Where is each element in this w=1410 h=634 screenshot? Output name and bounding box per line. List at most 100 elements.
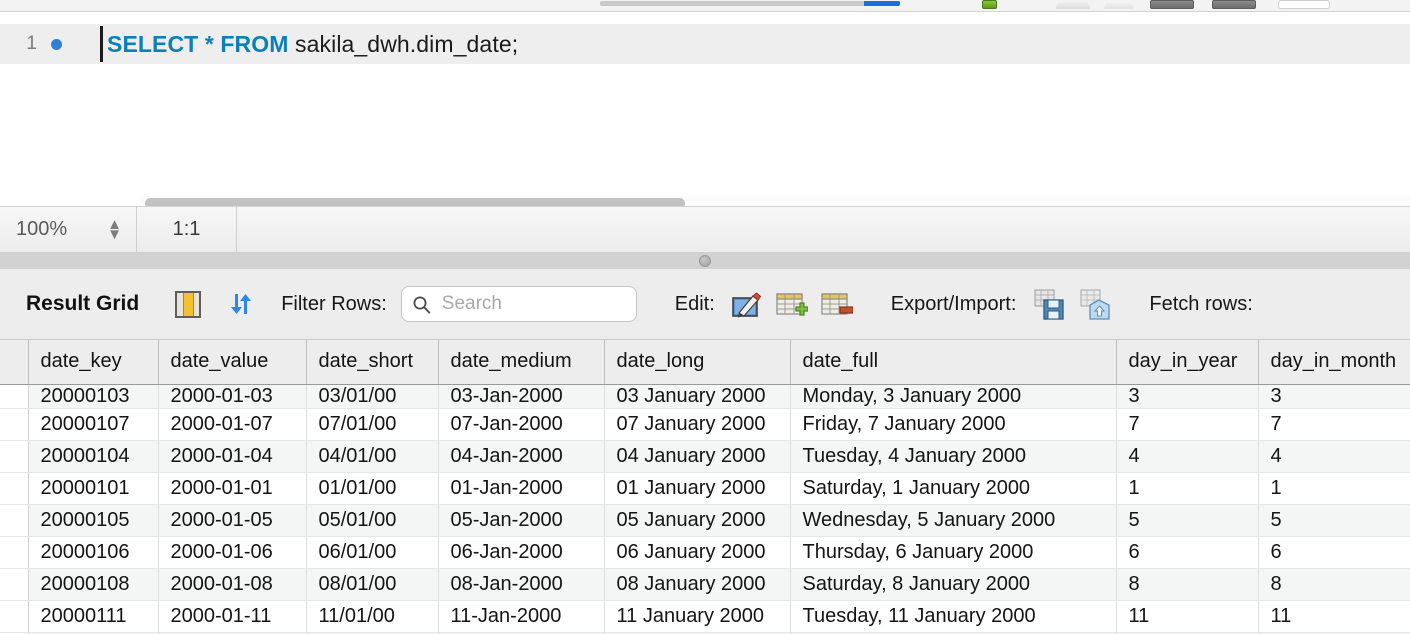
cell-date_long[interactable]: 06 January 2000 [604,536,791,569]
cell-day_in_month[interactable]: 4 [1258,440,1410,473]
cell-date_long[interactable]: 08 January 2000 [604,568,791,601]
grey-button-icon-2[interactable] [1104,3,1134,9]
cell-day_in_year[interactable]: 7 [1116,408,1259,441]
row-selector[interactable] [0,440,29,473]
cell-date_full[interactable]: Tuesday, 4 January 2000 [790,440,1117,473]
cell-date_medium[interactable]: 08-Jan-2000 [438,568,605,601]
cell-date_long[interactable]: 04 January 2000 [604,440,791,473]
cell-day_in_year[interactable]: 1 [1116,472,1259,505]
column-header-date_value[interactable]: date_value [158,340,307,385]
row-selector[interactable] [0,408,29,441]
cell-date_short[interactable]: 07/01/00 [306,408,439,441]
cell-date_key[interactable]: 20000108 [28,568,159,601]
cell-date_full[interactable]: Friday, 7 January 2000 [790,408,1117,441]
cell-date_long[interactable]: 11 January 2000 [604,600,791,633]
table-row[interactable]: 20000106 2000-01-06 06/01/00 06-Jan-2000… [0,536,1410,569]
cell-date_key[interactable]: 20000103 [28,384,159,409]
grid-view-icon[interactable] [175,290,202,318]
cell-date_short[interactable]: 05/01/00 [306,504,439,537]
cell-date_key[interactable]: 20000101 [28,472,159,505]
table-row[interactable]: 20000107 2000-01-07 07/01/00 07-Jan-2000… [0,408,1410,441]
cell-date_medium[interactable]: 11-Jan-2000 [438,600,605,633]
column-header-date_key[interactable]: date_key [28,340,159,385]
delete-row-icon[interactable] [821,290,853,319]
cell-date_long[interactable]: 01 January 2000 [604,472,791,505]
row-selector[interactable] [0,568,29,601]
green-square-icon[interactable] [982,0,997,9]
cell-date_long[interactable]: 07 January 2000 [604,408,791,441]
zoom-reset-button[interactable]: 1:1 [137,207,237,252]
cell-date_short[interactable]: 04/01/00 [306,440,439,473]
row-selector[interactable] [0,504,29,537]
cell-date_value[interactable]: 2000-01-11 [158,600,307,633]
cell-date_value[interactable]: 2000-01-01 [158,472,307,505]
cell-day_in_year[interactable]: 8 [1116,568,1259,601]
cell-date_short[interactable]: 08/01/00 [306,568,439,601]
row-selector[interactable] [0,536,29,569]
cell-date_full[interactable]: Tuesday, 11 January 2000 [790,600,1117,633]
row-selector[interactable] [0,472,29,505]
zoom-level-control[interactable]: 100% ▲ ▼ [0,207,137,252]
zoom-stepper[interactable]: ▲ ▼ [107,217,122,242]
table-row[interactable]: 20000101 2000-01-01 01/01/00 01-Jan-2000… [0,472,1410,505]
cell-date_key[interactable]: 20000105 [28,504,159,537]
cell-day_in_month[interactable]: 11 [1258,600,1410,633]
cell-date_short[interactable]: 06/01/00 [306,536,439,569]
cell-date_key[interactable]: 20000104 [28,440,159,473]
import-open-icon[interactable] [1078,289,1111,320]
cell-day_in_year[interactable]: 5 [1116,504,1259,537]
cell-date_short[interactable]: 03/01/00 [306,384,439,409]
edit-pencil-icon[interactable] [731,290,763,319]
table-row[interactable]: 20000108 2000-01-08 08/01/00 08-Jan-2000… [0,568,1410,601]
cell-day_in_month[interactable]: 7 [1258,408,1410,441]
cell-day_in_month[interactable]: 8 [1258,568,1410,601]
cell-date_short[interactable]: 11/01/00 [306,600,439,633]
cell-date_value[interactable]: 2000-01-08 [158,568,307,601]
column-header-day_in_month[interactable]: day_in_month [1258,340,1410,385]
cell-date_medium[interactable]: 03-Jan-2000 [438,384,605,409]
cell-date_medium[interactable]: 01-Jan-2000 [438,472,605,505]
table-row[interactable]: 20000104 2000-01-04 04/01/00 04-Jan-2000… [0,440,1410,473]
cell-date_value[interactable]: 2000-01-07 [158,408,307,441]
cell-date_key[interactable]: 20000111 [28,600,159,633]
export-save-icon[interactable] [1032,289,1065,320]
search-input[interactable] [439,292,620,316]
cell-date_key[interactable]: 20000107 [28,408,159,441]
sql-query-text[interactable]: SELECT * FROM sakila_dwh.dim_date; [103,31,518,58]
cell-date_full[interactable]: Thursday, 6 January 2000 [790,536,1117,569]
cell-date_long[interactable]: 03 January 2000 [604,384,791,409]
result-grid[interactable]: date_key date_value date_short date_medi… [0,340,1410,634]
chevron-down-icon[interactable]: ▼ [107,227,122,242]
run-query-bar-icon[interactable] [600,1,900,6]
row-selector[interactable] [0,600,29,633]
row-selector[interactable] [0,384,29,409]
cell-date_medium[interactable]: 07-Jan-2000 [438,408,605,441]
column-header-date_medium[interactable]: date_medium [438,340,605,385]
cell-day_in_month[interactable]: 6 [1258,536,1410,569]
add-row-icon[interactable] [776,290,808,319]
column-header-day_in_year[interactable]: day_in_year [1116,340,1259,385]
table-row[interactable]: 20000105 2000-01-05 05/01/00 05-Jan-2000… [0,504,1410,537]
table-row[interactable]: 20000111 2000-01-11 11/01/00 11-Jan-2000… [0,600,1410,633]
cell-date_value[interactable]: 2000-01-04 [158,440,307,473]
cell-date_value[interactable]: 2000-01-05 [158,504,307,537]
cell-date_long[interactable]: 05 January 2000 [604,504,791,537]
column-header-date_full[interactable]: date_full [790,340,1117,385]
dark-button-icon[interactable] [1150,0,1194,9]
table-row[interactable]: 20000103 2000-01-03 03/01/00 03-Jan-2000… [0,384,1410,409]
cell-date_short[interactable]: 01/01/00 [306,472,439,505]
cell-date_medium[interactable]: 04-Jan-2000 [438,440,605,473]
cell-date_full[interactable]: Monday, 3 January 2000 [790,384,1117,409]
grey-button-icon[interactable] [1056,2,1090,9]
editor-active-line[interactable]: 1 SELECT * FROM sakila_dwh.dim_date; [0,24,1410,64]
sql-editor[interactable]: 1 SELECT * FROM sakila_dwh.dim_date; [0,12,1410,210]
cell-day_in_year[interactable]: 4 [1116,440,1259,473]
dark-button-icon-2[interactable] [1212,0,1256,9]
cell-day_in_month[interactable]: 5 [1258,504,1410,537]
cell-date_value[interactable]: 2000-01-03 [158,384,307,409]
cell-day_in_year[interactable]: 3 [1116,384,1259,409]
cell-date_full[interactable]: Wednesday, 5 January 2000 [790,504,1117,537]
cell-date_key[interactable]: 20000106 [28,536,159,569]
splitter-grip-handle[interactable] [699,255,711,267]
cell-date_value[interactable]: 2000-01-06 [158,536,307,569]
